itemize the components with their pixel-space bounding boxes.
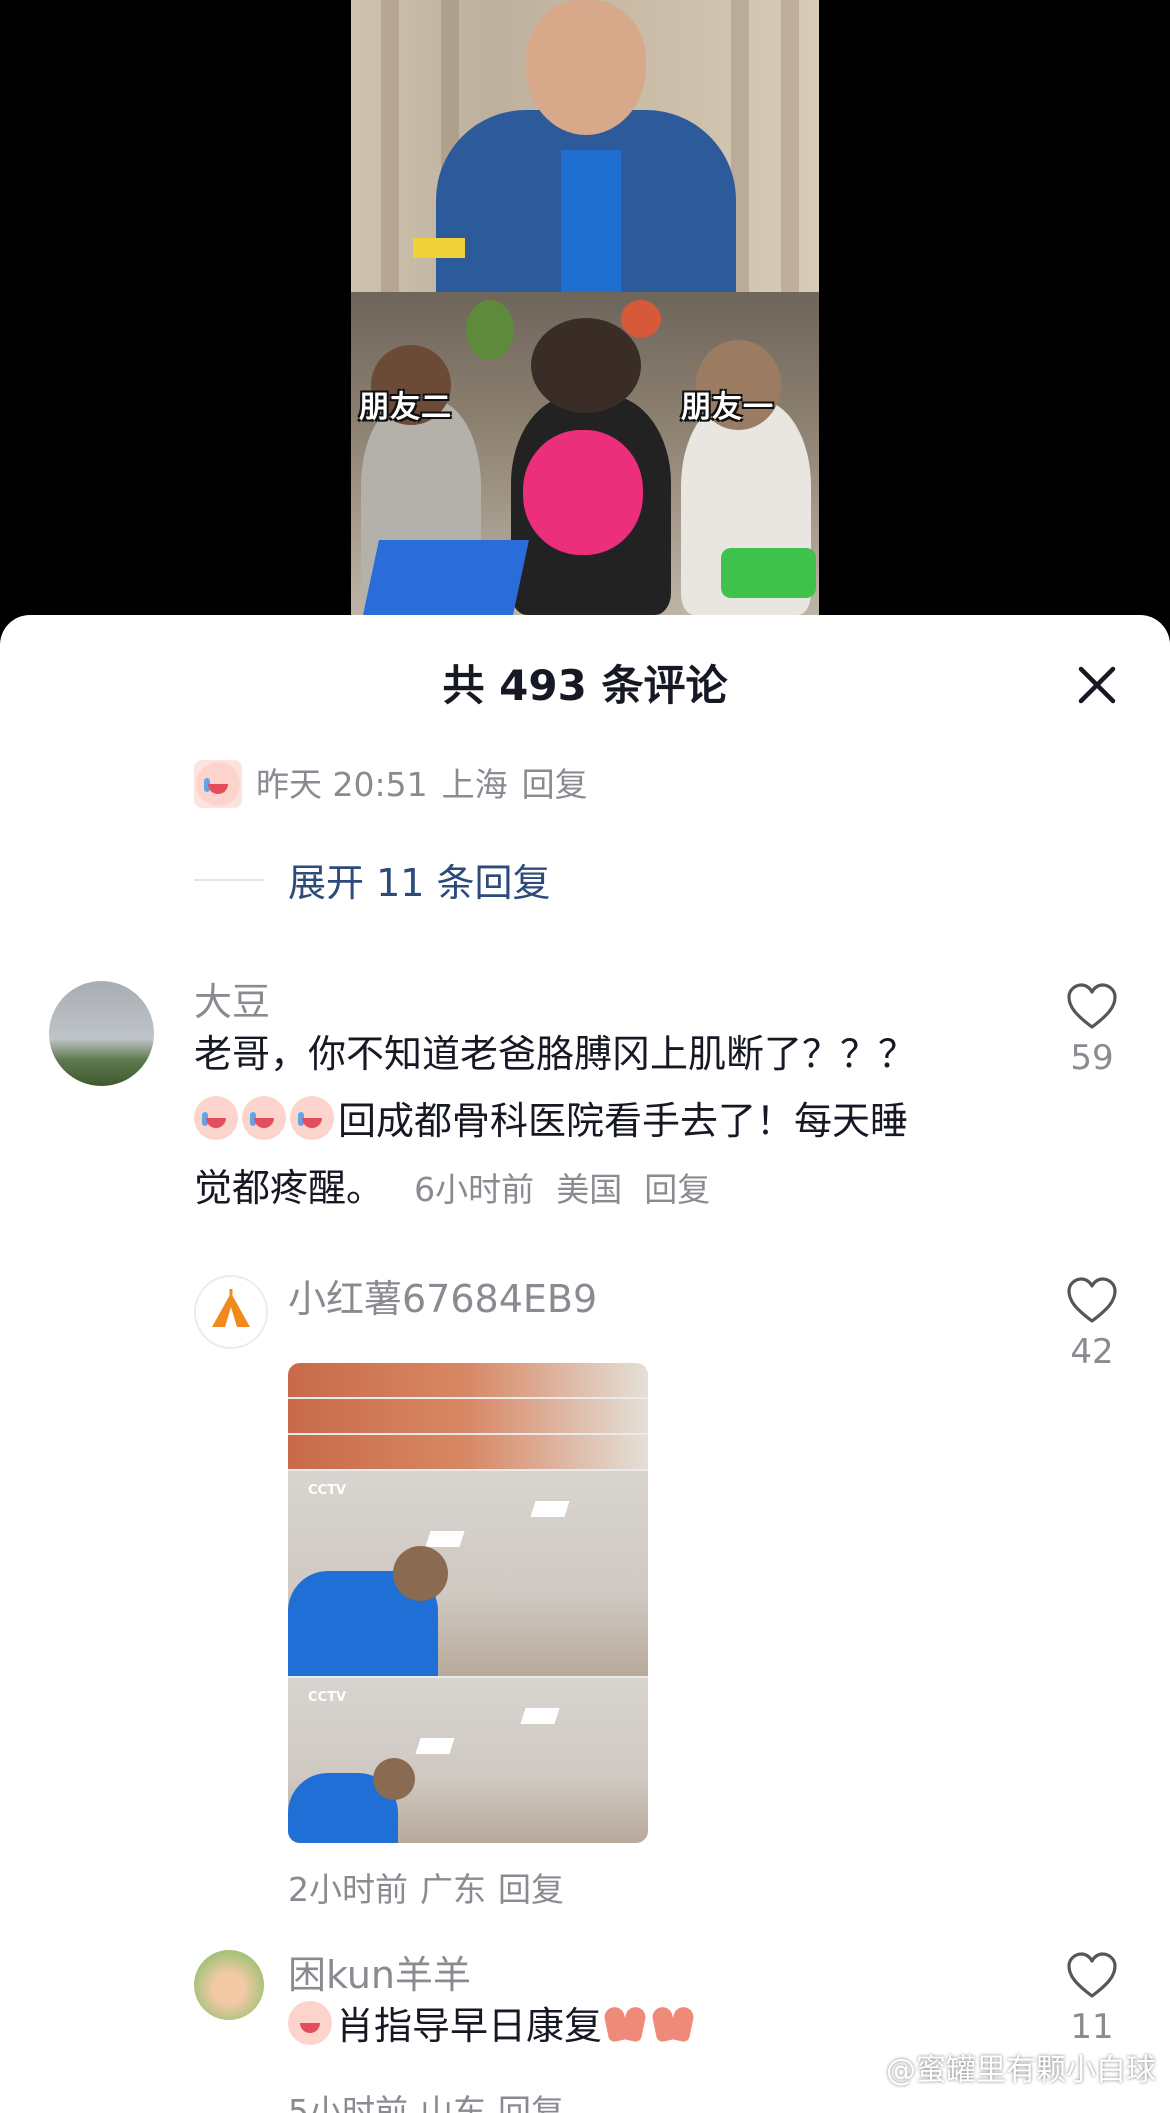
heart-icon — [1067, 983, 1117, 1029]
like-count: 11 — [1070, 2007, 1114, 2047]
username[interactable]: 困kun羊羊 — [288, 1956, 471, 1994]
sticker-emoji-icon — [194, 760, 242, 808]
weibo-logo-icon — [842, 2055, 879, 2083]
avatar[interactable] — [194, 1950, 264, 2020]
close-button[interactable] — [1075, 663, 1119, 707]
comment-time: 5小时前 — [288, 2092, 408, 2113]
expand-replies-label: 展开 11 条回复 — [288, 861, 551, 905]
avatar[interactable] — [194, 1275, 268, 1349]
like-button[interactable]: 42 — [1047, 1277, 1137, 1369]
comment-location: 山东 — [420, 2092, 486, 2113]
video-label-friend-one: 朋友一 — [681, 390, 774, 425]
comment-line: 回成都骨科医院看手去了！每天睡 — [194, 1088, 1014, 1155]
comment-time: 6小时前 — [414, 1170, 535, 1209]
avatar[interactable] — [49, 981, 154, 1086]
username[interactable]: 大豆 — [194, 983, 270, 1021]
reply-button[interactable]: 回复 — [498, 1873, 564, 1906]
username[interactable]: 小红薯67684EB9 — [288, 1280, 597, 1318]
comment-body: 老哥，你不知道老爸胳膊冈上肌断了？？？ 回成都骨科医院看手去了！每天睡 觉都疼醒… — [194, 1021, 1014, 1222]
crying-emoji-icon — [290, 1096, 334, 1140]
pray-emoji-icon — [650, 2003, 698, 2043]
prev-comment-meta: 昨天 20:51 上海 回复 — [194, 760, 588, 808]
like-count: 59 — [1070, 1038, 1114, 1078]
video-label-friend-two: 朋友二 — [359, 390, 452, 425]
crying-emoji-icon — [242, 1096, 286, 1140]
divider — [194, 878, 264, 881]
comment-meta: 5小时前 山东 回复 — [288, 2095, 564, 2113]
reply-button[interactable]: 回复 — [498, 2095, 564, 2113]
comment-time: 2小时前 — [288, 1870, 408, 1909]
comment-line-text: 肖指导早日康复 — [336, 2004, 603, 2048]
like-count: 42 — [1070, 1332, 1114, 1372]
video-player[interactable]: 朋友二 朋友一 — [351, 0, 819, 615]
heart-icon — [1067, 1277, 1117, 1323]
reply-button[interactable]: 回复 — [522, 768, 588, 801]
sad-emoji-icon — [288, 2001, 332, 2045]
comment-time: 昨天 20:51 — [256, 764, 428, 804]
tent-icon — [212, 1289, 250, 1327]
comment-line: 老哥，你不知道老爸胳膊冈上肌断了？？？ — [194, 1032, 917, 1076]
pray-emoji-icon — [602, 2003, 650, 2043]
watermark-text: @蜜罐里有颗小白球 — [886, 2053, 1156, 2088]
comment-location: 上海 — [441, 764, 508, 804]
comment-location: 广东 — [420, 1870, 486, 1909]
comment-location: 美国 — [556, 1170, 623, 1209]
comment-sheet: 共 493 条评论 昨天 20:51 上海 回复 展开 11 条回复 大豆 老哥… — [0, 615, 1170, 2113]
crying-emoji-icon — [194, 1096, 238, 1140]
reply-button[interactable]: 回复 — [644, 1170, 710, 1209]
heart-icon — [1067, 1952, 1117, 1998]
weibo-watermark: @蜜罐里有颗小白球 — [842, 2045, 1156, 2089]
comment-image-collage[interactable]: CCTV CCTV — [288, 1363, 648, 1843]
comment-count-title: 共 493 条评论 — [442, 661, 728, 710]
video-top-frame — [351, 0, 819, 292]
expand-replies-button[interactable]: 展开 11 条回复 — [194, 852, 551, 907]
like-button[interactable]: 11 — [1047, 1952, 1137, 2044]
comment-meta: 2小时前 广东 回复 — [288, 1873, 564, 1906]
close-icon — [1078, 666, 1116, 704]
like-button[interactable]: 59 — [1047, 983, 1137, 1075]
comment-line: 觉都疼醒。 6小时前 美国 回复 — [194, 1155, 1014, 1222]
comment-line-text: 回成都骨科医院看手去了！每天睡 — [338, 1099, 909, 1143]
comment-line-text: 觉都疼醒。 — [194, 1166, 385, 1210]
